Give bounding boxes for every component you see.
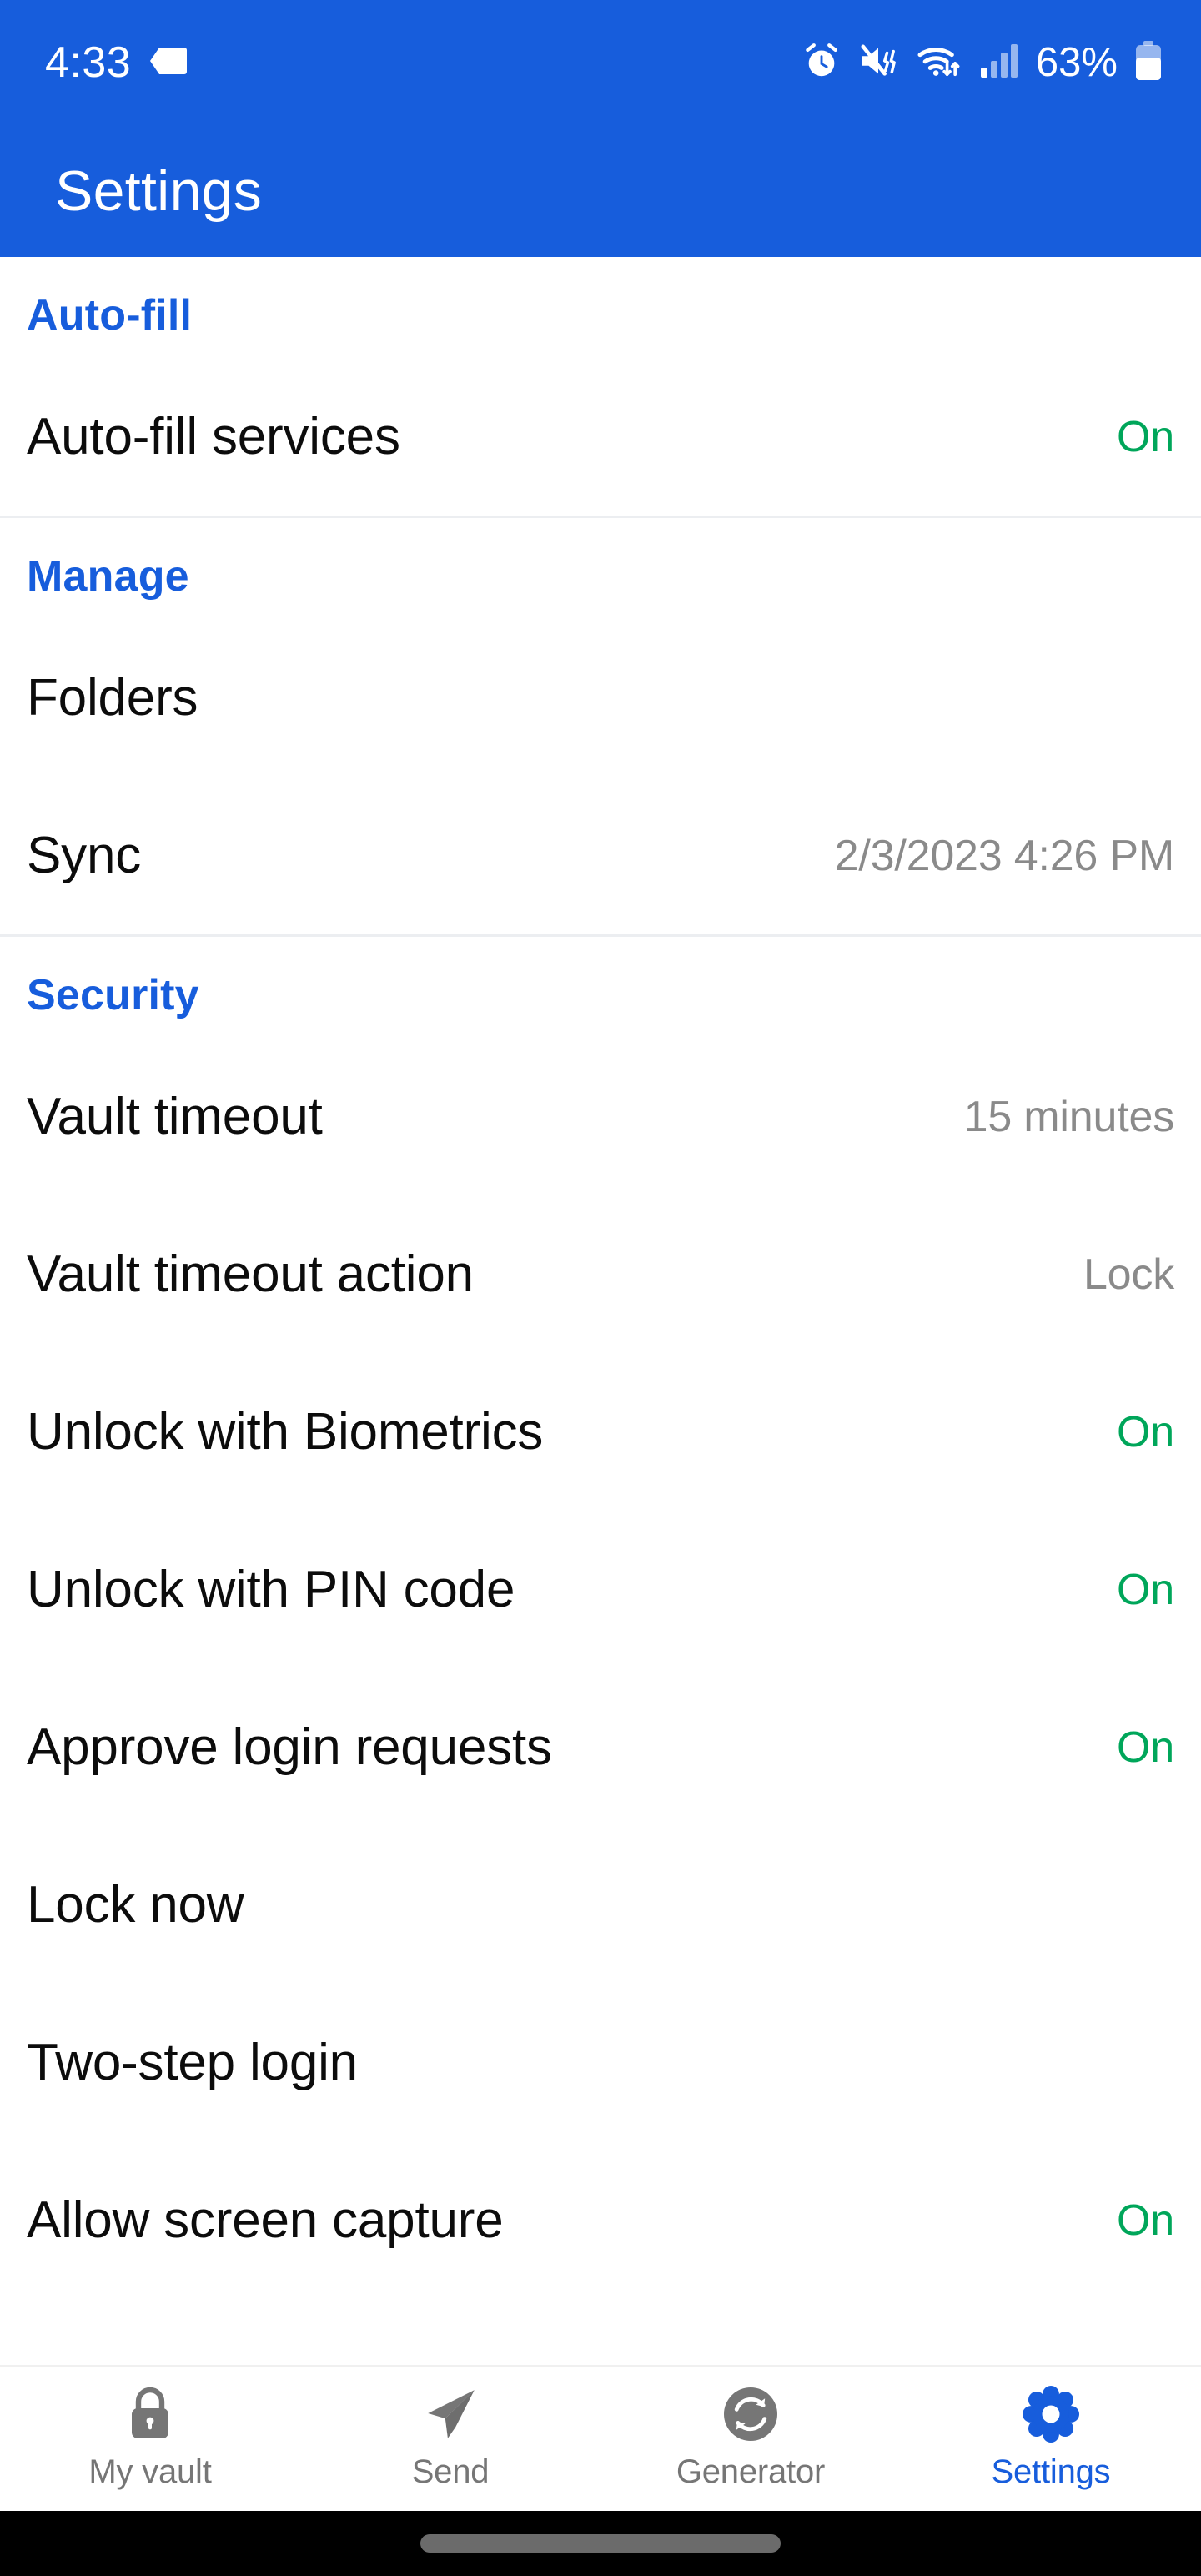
status-badge: On <box>1117 1566 1174 1615</box>
status-bar-left: 4:33 <box>45 41 188 84</box>
status-bar: 4:33 63% <box>0 0 1201 125</box>
settings-row[interactable]: Vault timeout action Lock <box>0 1195 1201 1354</box>
settings-row[interactable]: Lock now <box>0 1826 1201 1985</box>
settings-row-label: Unlock with PIN code <box>27 1561 515 1619</box>
settings-row[interactable]: Auto-fill services On <box>0 358 1201 516</box>
settings-row-label: Auto-fill services <box>27 407 400 465</box>
section-header: Auto-fill <box>27 291 193 340</box>
tab-label-generator: Generator <box>676 2453 826 2490</box>
settings-row[interactable]: Allow screen capture On <box>0 2141 1201 2300</box>
gesture-pill[interactable] <box>420 2534 781 2553</box>
settings-row-label: Lock now <box>27 1876 244 1935</box>
lock-icon <box>123 2383 177 2445</box>
settings-row-label: Folders <box>27 668 198 727</box>
phone-screen: 4:33 63% Settings Auto-fill Auto-fill se… <box>0 0 1201 2576</box>
section-header: Manage <box>27 552 189 601</box>
page-title: Settings <box>55 159 263 223</box>
settings-row-label: Sync <box>27 826 142 884</box>
cellular-signal-icon <box>979 43 1019 83</box>
tag-icon <box>149 47 188 79</box>
status-badge: On <box>1117 1408 1174 1457</box>
bottom-tab-bar[interactable]: My vault Send Generator Settings <box>0 2365 1201 2511</box>
settings-list[interactable]: Auto-fill Auto-fill services On Manage Folde… <box>0 257 1201 2365</box>
mute-vibrate-icon <box>857 42 899 84</box>
settings-row-value: 15 minutes <box>963 1093 1175 1142</box>
settings-row-label: Allow screen capture <box>27 2191 504 2250</box>
battery-icon <box>1134 40 1163 85</box>
status-bar-clock: 4:33 <box>45 38 132 87</box>
settings-row-value: Lock <box>1083 1250 1174 1300</box>
tab-generator[interactable]: Generator <box>600 2367 901 2513</box>
gear-icon <box>1022 2383 1080 2445</box>
settings-row-value: 2/3/2023 4:26 PM <box>834 831 1175 880</box>
battery-percent-label: 63% <box>1035 39 1118 85</box>
tab-label-my-vault: My vault <box>88 2453 212 2490</box>
settings-row-label: Vault timeout action <box>27 1245 474 1304</box>
settings-row[interactable]: Approve login requests On <box>0 1668 1201 1827</box>
settings-row-label: Two-step login <box>27 2034 358 2092</box>
section-header: Security <box>27 971 199 1020</box>
settings-row[interactable]: Unlock with PIN code On <box>0 1511 1201 1669</box>
app-bar: Settings <box>0 125 1201 257</box>
settings-row[interactable]: Two-step login <box>0 1984 1201 2142</box>
wifi-icon <box>916 42 962 84</box>
settings-row[interactable]: Folders <box>0 619 1201 777</box>
tab-label-settings: Settings <box>991 2453 1111 2490</box>
settings-row-label: Vault timeout <box>27 1088 323 1146</box>
refresh-icon <box>721 2383 781 2445</box>
tab-send[interactable]: Send <box>300 2367 600 2513</box>
tab-label-send: Send <box>411 2453 490 2490</box>
tab-settings[interactable]: Settings <box>901 2367 1201 2513</box>
settings-row[interactable]: Vault timeout 15 minutes <box>0 1038 1201 1196</box>
settings-row-label: Approve login requests <box>27 1718 552 1777</box>
tab-my-vault[interactable]: My vault <box>0 2367 300 2513</box>
status-badge: On <box>1117 412 1174 461</box>
send-icon <box>421 2383 480 2445</box>
settings-row-label: Unlock with Biometrics <box>27 1403 544 1462</box>
settings-row[interactable]: Unlock with Biometrics On <box>0 1353 1201 1512</box>
settings-row[interactable]: Sync 2/3/2023 4:26 PM <box>0 777 1201 935</box>
status-badge: On <box>1117 2196 1174 2246</box>
status-bar-right: 63% <box>802 39 1163 85</box>
alarm-icon <box>802 42 841 84</box>
status-badge: On <box>1117 1723 1174 1773</box>
gesture-nav-bar <box>0 2511 1201 2576</box>
